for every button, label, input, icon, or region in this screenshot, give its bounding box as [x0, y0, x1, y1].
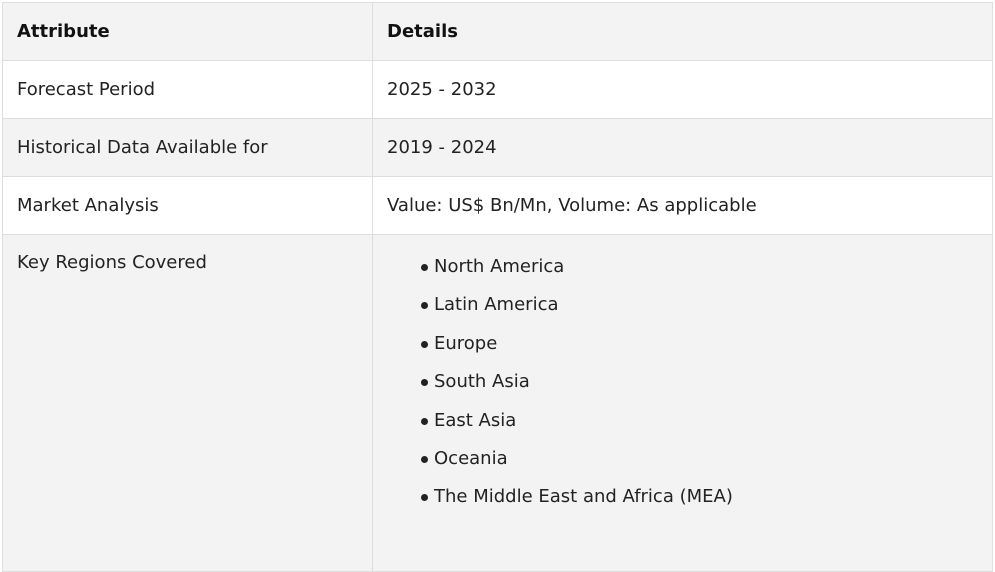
- bullet-icon: [421, 455, 428, 463]
- table-row: Market Analysis Value: US$ Bn/Mn, Volume…: [2, 176, 993, 235]
- details-cell: 2025 - 2032: [372, 60, 993, 119]
- list-item: South Asia: [421, 370, 978, 394]
- region-label: North America: [434, 256, 565, 277]
- regions-list: North America Latin America Europe South…: [387, 255, 978, 509]
- region-label: South Asia: [434, 371, 530, 393]
- attribute-cell: Market Analysis: [2, 176, 373, 235]
- bullet-icon: [421, 379, 428, 387]
- details-cell: Value: US$ Bn/Mn, Volume: As applicable: [372, 176, 993, 235]
- table-row: Historical Data Available for 2019 - 202…: [2, 118, 993, 177]
- bullet-icon: [421, 264, 428, 271]
- report-attributes-table: Attribute Details Forecast Period 2025 -…: [2, 2, 993, 572]
- bullet-icon: [421, 417, 428, 425]
- region-label: East Asia: [434, 409, 517, 431]
- table-row: Forecast Period 2025 - 2032: [2, 60, 993, 119]
- region-label: Europe: [434, 332, 498, 354]
- attribute-cell: Key Regions Covered: [2, 234, 373, 572]
- list-item: Oceania: [421, 447, 978, 471]
- region-label: The Middle East and Africa (MEA): [434, 486, 733, 508]
- table-header-row: Attribute Details: [2, 2, 993, 61]
- list-item: East Asia: [421, 409, 978, 433]
- details-cell: North America Latin America Europe South…: [372, 234, 993, 572]
- attribute-cell: Forecast Period: [2, 60, 373, 119]
- attribute-cell: Historical Data Available for: [2, 118, 373, 177]
- bullet-icon: [421, 340, 428, 348]
- list-item: Latin America: [421, 293, 978, 317]
- table-row: Key Regions Covered North America Latin …: [2, 234, 993, 572]
- details-cell: 2019 - 2024: [372, 118, 993, 177]
- region-label: Latin America: [434, 294, 559, 316]
- column-header-details: Details: [372, 2, 993, 61]
- bullet-icon: [421, 302, 428, 310]
- list-item: North America: [421, 255, 978, 279]
- region-label: Oceania: [434, 447, 508, 469]
- list-item: The Middle East and Africa (MEA): [421, 485, 978, 509]
- bullet-icon: [421, 494, 428, 502]
- list-item: Europe: [421, 332, 978, 356]
- column-header-attribute: Attribute: [2, 2, 373, 61]
